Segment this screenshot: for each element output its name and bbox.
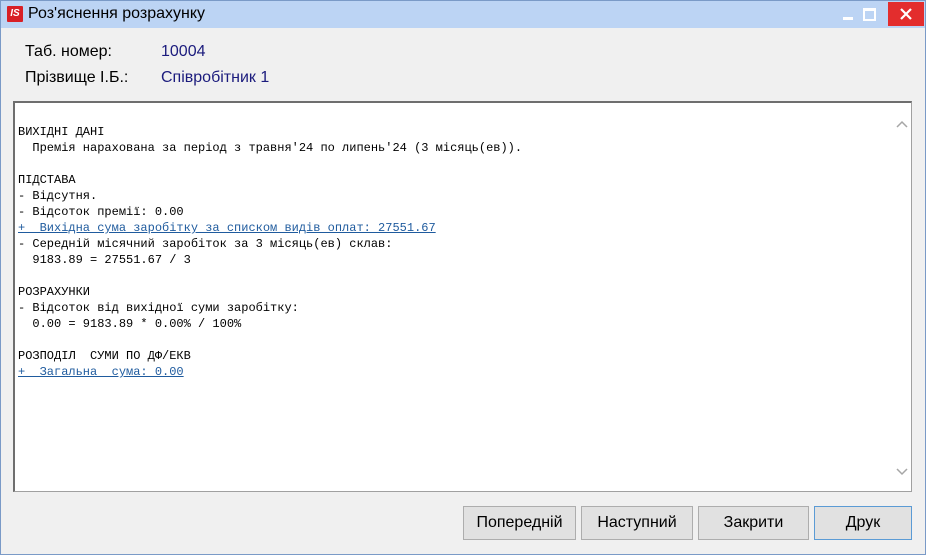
report-line: РОЗПОДІЛ СУМИ ПО ДФ/ЕКВ (18, 349, 191, 363)
window-title: Роз'яснення розрахунку (28, 5, 206, 22)
report-link-line[interactable]: + Загальна сума: 0.00 (18, 364, 889, 380)
report-line (18, 156, 889, 172)
scroll-down-button[interactable] (895, 465, 909, 479)
vertical-scrollbar[interactable] (892, 103, 911, 491)
report-line: - Середній місячний заробіток за 3 місяц… (18, 237, 393, 251)
employee-name-label: Прізвище І.Б.: (25, 69, 129, 86)
report-link-line[interactable]: + Вихідна сума заробітку за списком виді… (18, 220, 889, 236)
previous-button[interactable]: Попередній (463, 506, 576, 540)
report-line: РОЗРАХУНКИ (18, 285, 91, 299)
close-window-button[interactable] (888, 2, 924, 26)
chevron-up-icon (896, 120, 908, 128)
app-logo-icon: IS (7, 6, 23, 22)
report-line: ВИХІДНІ ДАНІ (18, 125, 105, 139)
report-line: 9183.89 = 27551.67 / 3 (18, 253, 191, 267)
employee-name-value: Співробітник 1 (161, 69, 270, 86)
report-line: - Відсоток від вихідної суми заробітку: (18, 301, 299, 315)
print-button[interactable]: Друк (814, 506, 912, 540)
minimize-icon (843, 16, 853, 20)
report-text: ВИХІДНІ ДАНІ Премія нарахована за період… (18, 124, 889, 380)
close-button[interactable]: Закрити (698, 506, 809, 540)
next-button[interactable]: Наступний (581, 506, 693, 540)
title-bar[interactable]: IS Роз'яснення розрахунку (1, 1, 925, 28)
tab-number-label: Таб. номер: (25, 43, 112, 60)
tab-number-value: 10004 (161, 43, 206, 60)
scroll-up-button[interactable] (895, 117, 909, 131)
report-line: ПІДСТАВА (18, 173, 76, 187)
report-line (18, 268, 889, 284)
maximize-button[interactable] (857, 2, 881, 26)
report-line: Премія нарахована за період з травня'24 … (18, 141, 523, 155)
calculation-report[interactable]: ВИХІДНІ ДАНІ Премія нарахована за період… (13, 101, 912, 492)
report-line: - Відсутня. (18, 189, 98, 203)
report-line: 0.00 = 9183.89 * 0.00% / 100% (18, 317, 242, 331)
report-line (18, 332, 889, 348)
dialog-window: IS Роз'яснення розрахунку Таб. номер: 10… (0, 0, 926, 555)
close-icon (900, 8, 912, 20)
chevron-down-icon (896, 468, 908, 476)
report-line: - Відсоток премії: 0.00 (18, 205, 184, 219)
maximize-icon (862, 7, 876, 21)
report-link[interactable]: + Загальна сума: 0.00 (18, 365, 184, 379)
report-link[interactable]: + Вихідна сума заробітку за списком виді… (18, 221, 436, 235)
